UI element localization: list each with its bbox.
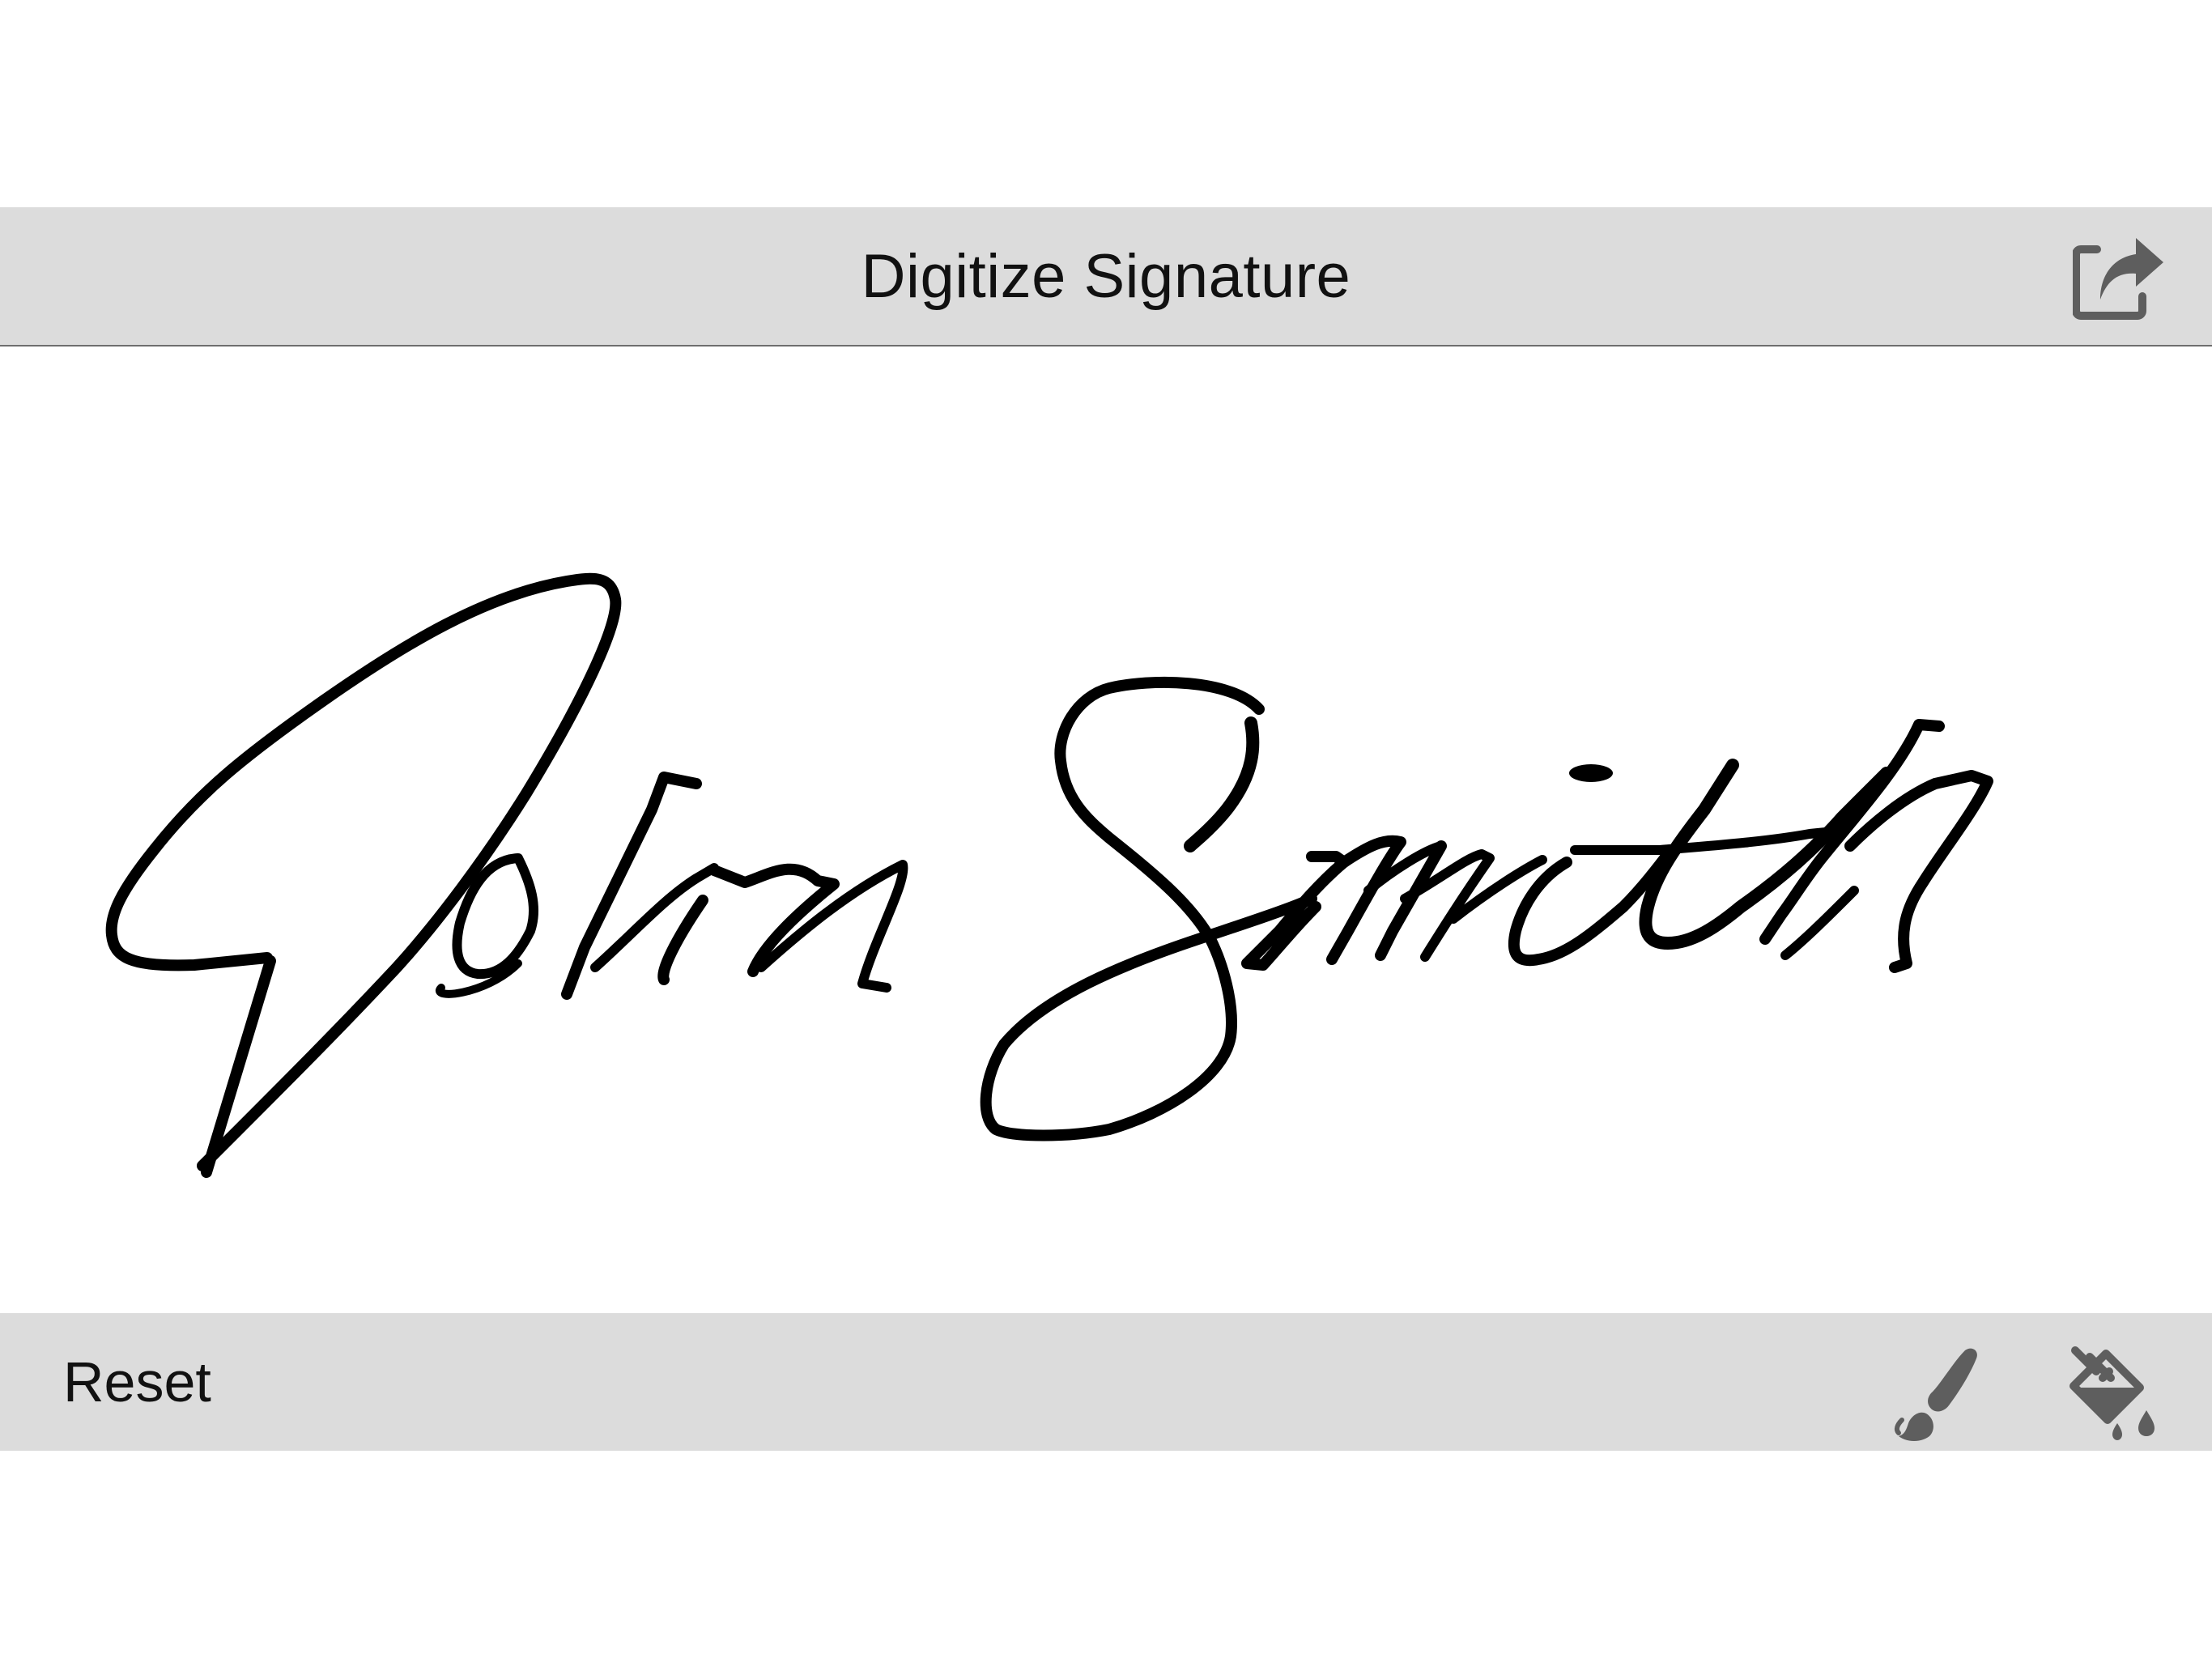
- footer-bar: Reset: [0, 1313, 2212, 1451]
- share-button[interactable]: [2072, 235, 2167, 321]
- signature-drawing: [105, 572, 1993, 1178]
- paint-brush-icon: [1894, 1348, 1977, 1441]
- page-title: Digitize Signature: [861, 242, 1351, 311]
- header-bar: Digitize Signature: [0, 207, 2212, 346]
- brush-button[interactable]: [1891, 1344, 1984, 1445]
- share-export-icon: [2072, 238, 2163, 320]
- paint-bucket-button[interactable]: [2059, 1339, 2160, 1444]
- reset-button[interactable]: Reset: [63, 1313, 211, 1451]
- paint-bucket-icon: [2069, 1346, 2155, 1440]
- signature-canvas[interactable]: [0, 348, 2212, 1313]
